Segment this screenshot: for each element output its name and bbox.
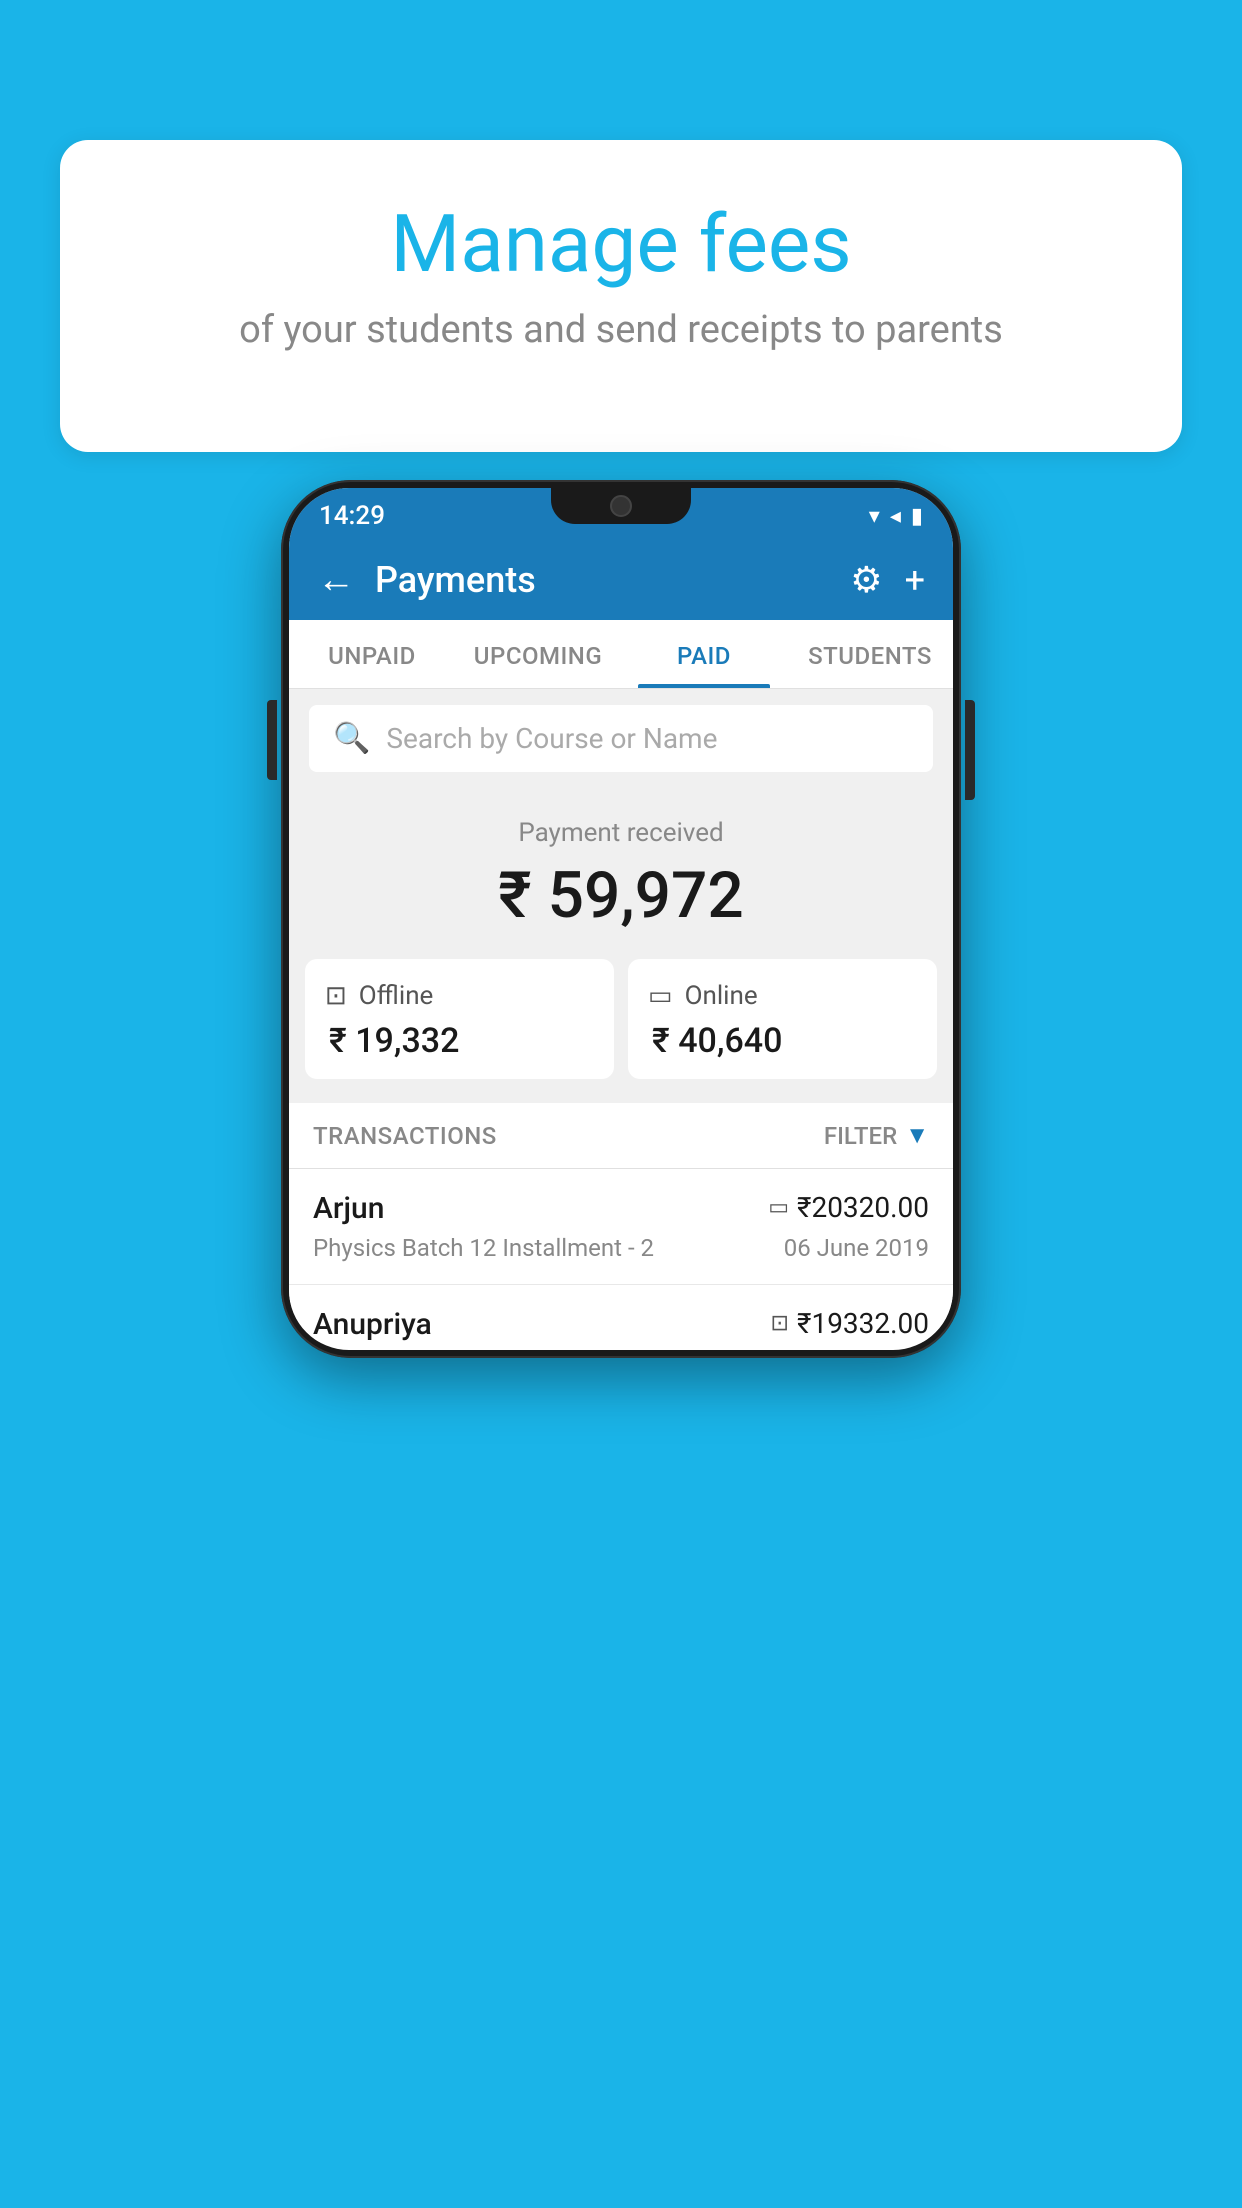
transaction-amount-wrap: ▭ ₹20320.00 bbox=[768, 1191, 929, 1224]
filter-icon: ▼ bbox=[905, 1121, 929, 1150]
transaction-amount: ₹20320.00 bbox=[797, 1191, 929, 1224]
transaction-date: 06 June 2019 bbox=[784, 1234, 929, 1262]
header-title: Payments bbox=[375, 559, 536, 601]
tabs-bar: UNPAID UPCOMING PAID STUDENTS bbox=[289, 620, 953, 689]
online-card: ▭ Online ₹ 40,640 bbox=[628, 959, 937, 1079]
search-bar[interactable]: 🔍 Search by Course or Name bbox=[309, 705, 933, 772]
transaction-row: Anupriya ⊡ ₹19332.00 bbox=[313, 1307, 929, 1342]
phone-notch bbox=[551, 488, 691, 524]
tab-upcoming[interactable]: UPCOMING bbox=[455, 620, 621, 688]
tab-unpaid[interactable]: UNPAID bbox=[289, 620, 455, 688]
online-card-top: ▭ Online bbox=[648, 981, 917, 1011]
search-input[interactable]: Search by Course or Name bbox=[386, 722, 717, 755]
filter-button[interactable]: FILTER ▼ bbox=[824, 1121, 929, 1150]
offline-card: ⊡ Offline ₹ 19,332 bbox=[305, 959, 614, 1079]
status-icons: ▾ ◂ ▮ bbox=[869, 504, 923, 529]
online-icon: ▭ bbox=[648, 981, 673, 1011]
transaction-sub: Physics Batch 12 Installment - 2 06 June… bbox=[313, 1234, 929, 1262]
tab-students[interactable]: STUDENTS bbox=[787, 620, 953, 688]
header-left: ← Payments bbox=[317, 558, 536, 602]
transaction-item[interactable]: Arjun ▭ ₹20320.00 Physics Batch 12 Insta… bbox=[289, 1169, 953, 1285]
front-camera bbox=[610, 495, 632, 517]
online-label: Online bbox=[685, 981, 758, 1011]
transaction-amount: ₹19332.00 bbox=[797, 1307, 929, 1340]
online-amount: ₹ 40,640 bbox=[648, 1021, 917, 1061]
payment-type-icon: ▭ bbox=[768, 1195, 789, 1220]
settings-icon[interactable]: ⚙ bbox=[850, 559, 882, 601]
bubble-title: Manage fees bbox=[120, 200, 1122, 288]
offline-icon: ⊡ bbox=[325, 981, 347, 1011]
payment-total-amount: ₹ 59,972 bbox=[289, 858, 953, 933]
phone-body: 14:29 ▾ ◂ ▮ ← Payments ⚙ + bbox=[281, 480, 961, 1358]
payment-summary: Payment received ₹ 59,972 bbox=[289, 788, 953, 959]
back-button[interactable]: ← bbox=[317, 558, 355, 602]
phone-screen: 14:29 ▾ ◂ ▮ ← Payments ⚙ + bbox=[289, 488, 953, 1350]
offline-label: Offline bbox=[359, 981, 434, 1011]
transaction-course: Physics Batch 12 Installment - 2 bbox=[313, 1234, 654, 1262]
add-icon[interactable]: + bbox=[905, 559, 925, 601]
transaction-row: Arjun ▭ ₹20320.00 bbox=[313, 1191, 929, 1226]
battery-icon: ▮ bbox=[911, 504, 923, 529]
transaction-name: Arjun bbox=[313, 1191, 384, 1226]
transaction-amount-wrap: ⊡ ₹19332.00 bbox=[771, 1307, 929, 1340]
transaction-item[interactable]: Anupriya ⊡ ₹19332.00 bbox=[289, 1285, 953, 1342]
tab-paid[interactable]: PAID bbox=[621, 620, 787, 688]
transactions-label: TRANSACTIONS bbox=[313, 1122, 497, 1150]
payment-received-label: Payment received bbox=[289, 818, 953, 848]
wifi-icon: ▾ bbox=[869, 504, 880, 529]
transactions-header: TRANSACTIONS FILTER ▼ bbox=[289, 1103, 953, 1169]
header-right: ⚙ + bbox=[850, 559, 925, 601]
phone-mockup: 14:29 ▾ ◂ ▮ ← Payments ⚙ + bbox=[281, 480, 961, 1358]
bubble-subtitle: of your students and send receipts to pa… bbox=[120, 308, 1122, 352]
signal-icon: ◂ bbox=[890, 504, 901, 529]
speech-bubble-section: Manage fees of your students and send re… bbox=[60, 140, 1182, 452]
offline-card-top: ⊡ Offline bbox=[325, 981, 594, 1011]
filter-label: FILTER bbox=[824, 1122, 897, 1150]
payment-type-icon: ⊡ bbox=[771, 1311, 789, 1336]
transaction-name: Anupriya bbox=[313, 1307, 432, 1342]
search-icon: 🔍 bbox=[333, 721, 370, 756]
app-header: ← Payments ⚙ + bbox=[289, 540, 953, 620]
offline-amount: ₹ 19,332 bbox=[325, 1021, 594, 1061]
search-container: 🔍 Search by Course or Name bbox=[289, 689, 953, 788]
speech-bubble: Manage fees of your students and send re… bbox=[60, 140, 1182, 452]
status-time: 14:29 bbox=[319, 501, 385, 531]
payment-cards: ⊡ Offline ₹ 19,332 ▭ Online ₹ 40,640 bbox=[289, 959, 953, 1103]
